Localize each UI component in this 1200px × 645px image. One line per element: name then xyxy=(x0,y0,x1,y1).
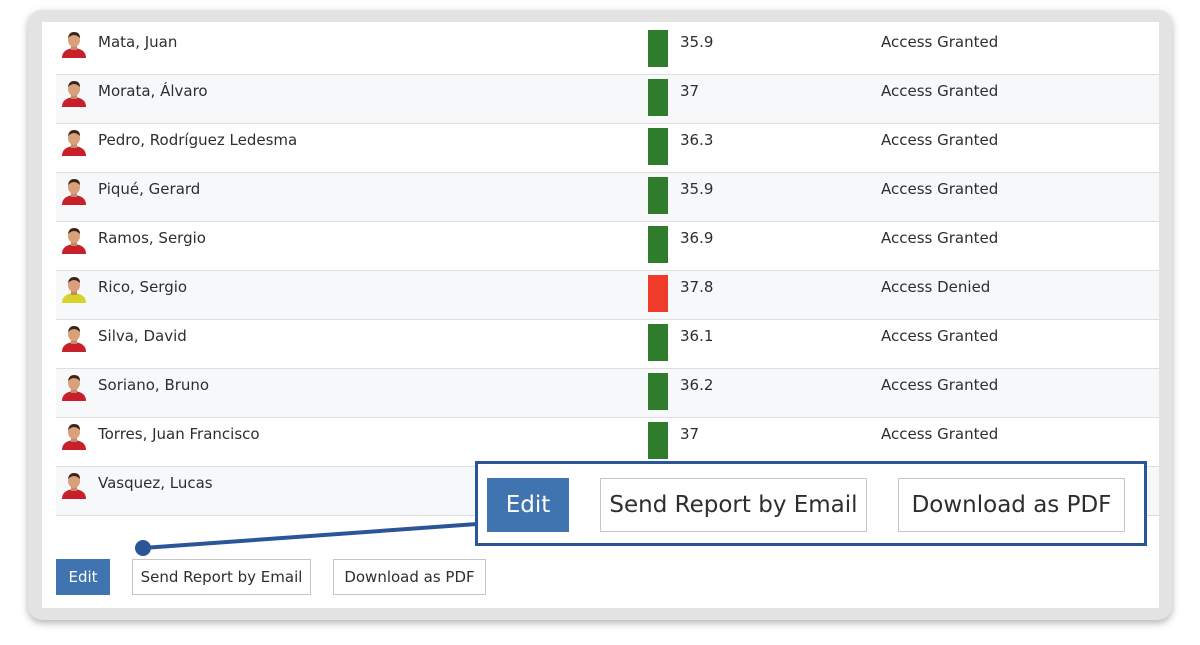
callout-send-report-email-button[interactable]: Send Report by Email xyxy=(600,478,867,532)
temperature-status-indicator xyxy=(648,373,668,410)
send-report-email-button[interactable]: Send Report by Email xyxy=(132,559,311,595)
table-row: Soriano, Bruno 36.2 Access Granted xyxy=(56,369,1159,418)
temperature-value: 37 xyxy=(680,82,700,100)
player-avatar-icon xyxy=(61,177,87,205)
player-avatar-icon xyxy=(61,128,87,156)
callout-download-pdf-button[interactable]: Download as PDF xyxy=(898,478,1125,532)
table-row: Morata, Álvaro 37 Access Granted xyxy=(56,75,1159,124)
access-status: Access Granted xyxy=(881,33,999,51)
temperature-value: 36.3 xyxy=(680,131,714,149)
player-name: Mata, Juan xyxy=(98,33,178,51)
table-row: Pedro, Rodríguez Ledesma 36.3 Access Grant… xyxy=(56,124,1159,173)
player-name: Piqué, Gerard xyxy=(98,180,201,198)
table-row: Mata, Juan 35.9 Access Granted xyxy=(56,26,1159,75)
player-avatar-icon xyxy=(61,324,87,352)
player-name: Pedro, Rodríguez Ledesma xyxy=(98,131,298,149)
temperature-status-indicator xyxy=(648,422,668,459)
access-status: Access Granted xyxy=(881,327,999,345)
player-avatar-icon xyxy=(61,471,87,499)
temperature-status-indicator xyxy=(648,30,668,67)
player-name: Vasquez, Lucas xyxy=(98,474,213,492)
table-row: Ramos, Sergio 36.9 Access Granted xyxy=(56,222,1159,271)
player-name: Silva, David xyxy=(98,327,187,345)
player-avatar-icon xyxy=(61,79,87,107)
player-name: Morata, Álvaro xyxy=(98,82,208,100)
download-pdf-button[interactable]: Download as PDF xyxy=(333,559,486,595)
table-row: Rico, Sergio 37.8 Access Denied xyxy=(56,271,1159,320)
temperature-value: 35.9 xyxy=(680,180,714,198)
table-row: Torres, Juan Francisco 37 Access Granted xyxy=(56,418,1159,467)
player-avatar-icon xyxy=(61,30,87,58)
temperature-status-indicator xyxy=(648,324,668,361)
temperature-value: 36.2 xyxy=(680,376,714,394)
player-avatar-icon xyxy=(61,373,87,401)
access-report-table: Mata, Juan 35.9 Access Granted Morata, Álva… xyxy=(56,26,1159,516)
temperature-status-indicator xyxy=(648,79,668,116)
zoom-callout: Edit Send Report by Email Download as PD… xyxy=(475,461,1147,546)
access-status: Access Granted xyxy=(881,180,999,198)
player-avatar-icon xyxy=(61,422,87,450)
player-name: Rico, Sergio xyxy=(98,278,188,296)
access-status: Access Granted xyxy=(881,82,999,100)
temperature-status-indicator xyxy=(648,275,668,312)
temperature-value: 36.9 xyxy=(680,229,714,247)
temperature-status-indicator xyxy=(648,226,668,263)
access-status: Access Granted xyxy=(881,131,999,149)
temperature-status-indicator xyxy=(648,177,668,214)
edit-button[interactable]: Edit xyxy=(56,559,110,595)
temperature-value: 37 xyxy=(680,425,700,443)
player-avatar-icon xyxy=(61,226,87,254)
player-name: Soriano, Bruno xyxy=(98,376,210,394)
player-name: Ramos, Sergio xyxy=(98,229,206,247)
table-row: Piqué, Gerard 35.9 Access Granted xyxy=(56,173,1159,222)
table-row: Silva, David 36.1 Access Granted xyxy=(56,320,1159,369)
player-name: Torres, Juan Francisco xyxy=(98,425,260,443)
temperature-value: 35.9 xyxy=(680,33,714,51)
access-status: Access Granted xyxy=(881,229,999,247)
temperature-status-indicator xyxy=(648,128,668,165)
player-avatar-icon xyxy=(61,275,87,303)
callout-edit-button[interactable]: Edit xyxy=(487,478,569,532)
access-status: Access Granted xyxy=(881,425,999,443)
temperature-value: 37.8 xyxy=(680,278,714,296)
access-status: Access Denied xyxy=(881,278,991,296)
temperature-value: 36.1 xyxy=(680,327,714,345)
access-status: Access Granted xyxy=(881,376,999,394)
